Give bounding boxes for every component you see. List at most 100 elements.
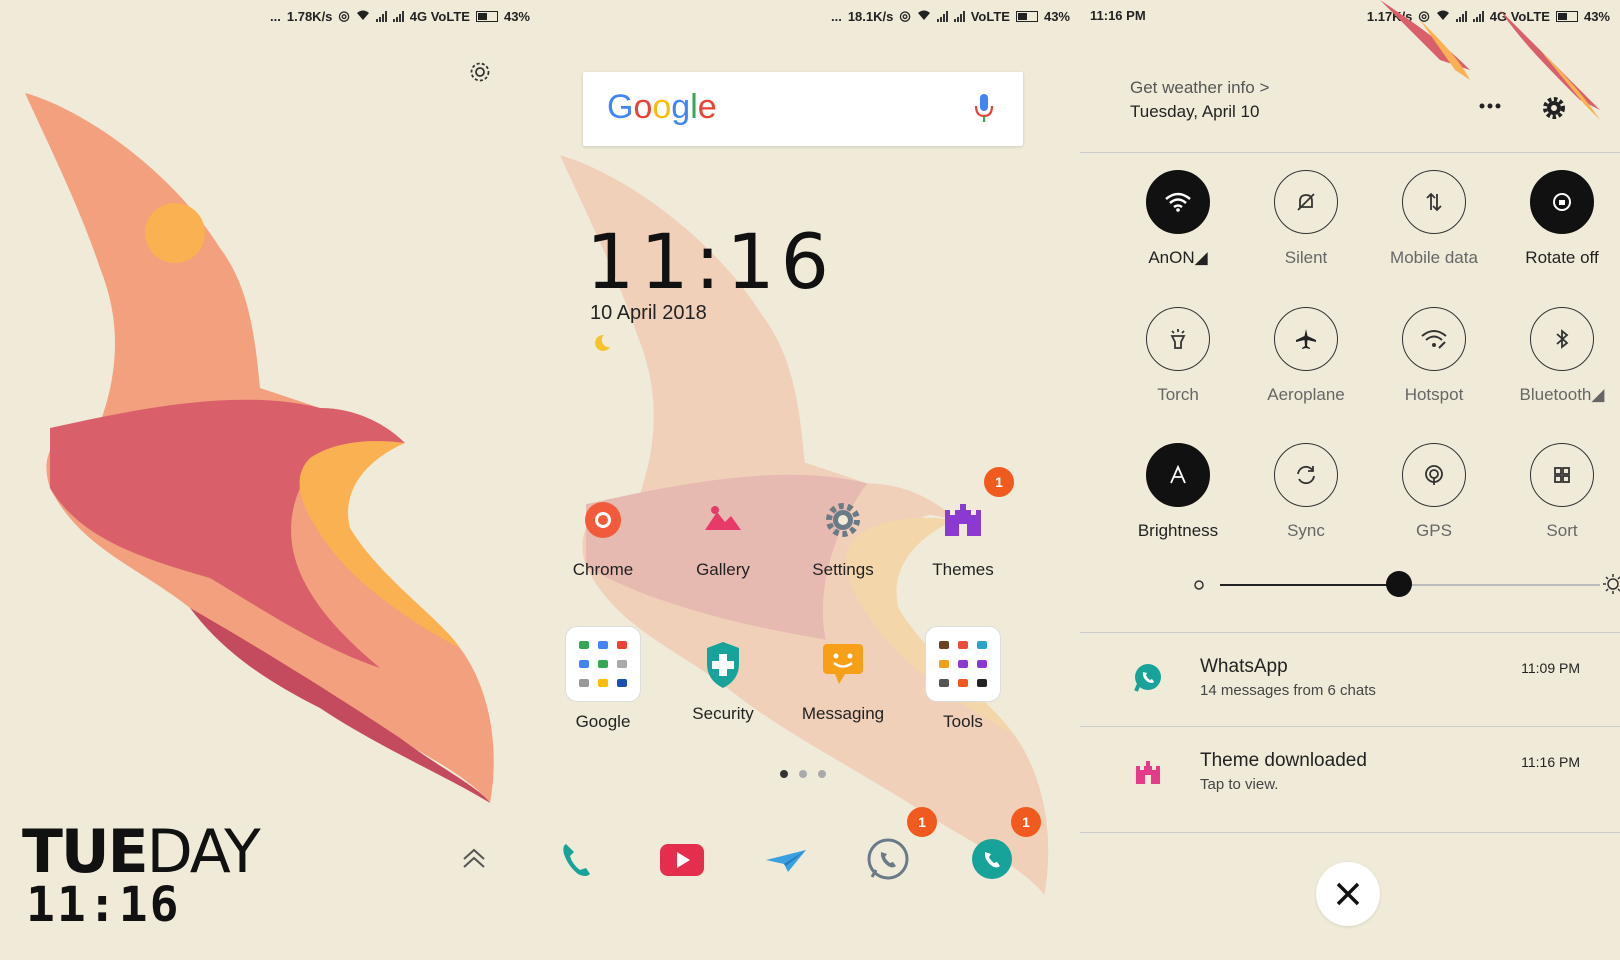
- battery-percent: 43%: [1043, 8, 1070, 24]
- notification-theme-downloaded[interactable]: Theme downloaded Tap to view. 11:16 PM: [1080, 728, 1620, 816]
- divider: [1080, 726, 1620, 727]
- themes-notification-badge: 1: [984, 467, 1014, 497]
- tile-mobile-data[interactable]: Mobile data: [1370, 170, 1498, 268]
- app-messaging[interactable]: Messaging: [783, 626, 903, 724]
- lock-time: 11:16: [26, 877, 181, 933]
- battery-icon: [1015, 10, 1038, 22]
- more-options-icon[interactable]: [1478, 96, 1502, 121]
- shade-settings-gear-icon[interactable]: [1540, 94, 1568, 127]
- tools-folder-icon: [925, 626, 1001, 702]
- microphone-icon[interactable]: [973, 92, 995, 129]
- shade-date: Tuesday, April 10: [1130, 102, 1260, 121]
- network-speed: 18.1K/s: [847, 8, 894, 24]
- battery-icon: [475, 10, 498, 22]
- bird-wallpaper-illustration: [25, 93, 494, 803]
- sync-icon: [1274, 443, 1338, 507]
- chrome-icon: [573, 490, 633, 550]
- signal-icon: [392, 10, 404, 22]
- rotate-lock-icon: [1530, 170, 1594, 234]
- google-folder-icon: [565, 626, 641, 702]
- app-security[interactable]: Security: [663, 626, 783, 724]
- swipe-up-chevron-icon[interactable]: [460, 845, 488, 878]
- tile-torch[interactable]: Torch: [1114, 307, 1242, 405]
- dock-youtube-icon[interactable]: [652, 830, 712, 890]
- moon-weather-icon[interactable]: [590, 332, 612, 359]
- themes-castle-icon: [933, 490, 993, 550]
- signal-icon: [936, 10, 948, 22]
- whatsapp-icon: [1132, 662, 1164, 694]
- weather-info-link[interactable]: Get weather info >: [1130, 78, 1269, 98]
- status-bar: ... 1.78K/s ◎ 4G VoLTE 43%: [270, 8, 530, 24]
- home-screen-panel: ... 18.1K/s ◎ VoLTE 43% Google 11:16 10 …: [540, 0, 1080, 960]
- tile-hotspot[interactable]: Hotspot: [1370, 307, 1498, 405]
- security-shield-icon: [693, 634, 753, 694]
- tile-rotate[interactable]: Rotate off: [1498, 170, 1620, 268]
- tile-bluetooth[interactable]: Bluetooth◢: [1498, 307, 1620, 405]
- tile-aeroplane[interactable]: Aeroplane: [1242, 307, 1370, 405]
- aeroplane-icon: [1274, 307, 1338, 371]
- tile-brightness[interactable]: Brightness: [1114, 443, 1242, 541]
- close-icon: [1336, 882, 1360, 906]
- dock-telegram-icon[interactable]: [756, 830, 816, 890]
- dock-phone-icon[interactable]: [546, 830, 606, 890]
- page-indicator: [780, 770, 826, 778]
- brightness-slider[interactable]: [1220, 571, 1600, 597]
- home-date: 10 April 2018: [590, 302, 707, 324]
- google-search-bar[interactable]: Google: [583, 72, 1023, 146]
- hotspot-icon: [1402, 307, 1466, 371]
- app-google-folder[interactable]: Google: [543, 626, 663, 732]
- lock-screen-panel: ... 1.78K/s ◎ 4G VoLTE 43% TUEDAY 11:16: [0, 0, 540, 960]
- app-gallery[interactable]: Gallery: [663, 490, 783, 580]
- app-themes[interactable]: Themes: [903, 490, 1023, 580]
- brightness-high-icon: [1602, 573, 1620, 600]
- signal-icon: [375, 10, 387, 22]
- bluetooth-icon: [1530, 307, 1594, 371]
- dock-whatsapp-icon[interactable]: [962, 830, 1022, 890]
- status-bar: ... 18.1K/s ◎ VoLTE 43%: [830, 8, 1070, 24]
- page-dot: [799, 770, 807, 778]
- auto-brightness-icon: [1146, 443, 1210, 507]
- brightness-slider-knob[interactable]: [1385, 571, 1412, 597]
- mobile-data-arrows-icon: [1402, 170, 1466, 234]
- gps-location-icon: [1402, 443, 1466, 507]
- wifi-icon: [1146, 170, 1210, 234]
- tile-silent[interactable]: Silent: [1242, 170, 1370, 268]
- whatsapp-badge: 1: [1011, 807, 1041, 837]
- tile-sync[interactable]: Sync: [1242, 443, 1370, 541]
- divider: [1080, 832, 1620, 833]
- dock-whatsapp-outline-icon[interactable]: [858, 830, 918, 890]
- themes-castle-icon: [1132, 756, 1164, 788]
- grid-sort-icon: [1530, 443, 1594, 507]
- tile-sort[interactable]: Sort: [1498, 443, 1620, 541]
- hotspot-status-icon: ◎: [338, 8, 350, 23]
- whatsapp-outline-badge: 1: [907, 807, 937, 837]
- torch-icon: [1146, 307, 1210, 371]
- brightness-low-icon: [1192, 578, 1206, 597]
- messaging-icon: [813, 634, 873, 694]
- battery-percent: 43%: [503, 8, 530, 24]
- network-type: VoLTE: [970, 8, 1010, 24]
- settings-gear-icon: [813, 490, 873, 550]
- hotspot-status-icon: ◎: [899, 8, 911, 23]
- notification-shade-panel: 11:16 PM 1.17K/s ◎ 4G VoLTE 43% Get weat…: [1080, 0, 1620, 960]
- app-chrome[interactable]: Chrome: [543, 490, 663, 580]
- network-type: 4G VoLTE: [409, 8, 470, 24]
- wifi-status-icon: [356, 9, 370, 24]
- gallery-icon: [693, 490, 753, 550]
- app-settings[interactable]: Settings: [783, 490, 903, 580]
- notification-whatsapp[interactable]: WhatsApp 14 messages from 6 chats 11:09 …: [1080, 634, 1620, 722]
- brightness-slider-fill: [1220, 584, 1399, 586]
- clear-all-close-button[interactable]: [1316, 862, 1380, 926]
- signal-icon: [953, 10, 965, 22]
- home-clock[interactable]: 11:16: [586, 222, 835, 302]
- lock-settings-gear-icon[interactable]: [468, 60, 492, 89]
- divider: [1080, 632, 1620, 633]
- lock-day-text: TUEDAY: [22, 822, 261, 882]
- google-logo: Google: [607, 88, 717, 126]
- status-time: 11:16 PM: [1090, 8, 1146, 23]
- tile-gps[interactable]: GPS: [1370, 443, 1498, 541]
- tile-wifi[interactable]: AnON◢: [1114, 170, 1242, 268]
- app-tools-folder[interactable]: Tools: [903, 626, 1023, 732]
- page-dot: [818, 770, 826, 778]
- page-dot: [780, 770, 788, 778]
